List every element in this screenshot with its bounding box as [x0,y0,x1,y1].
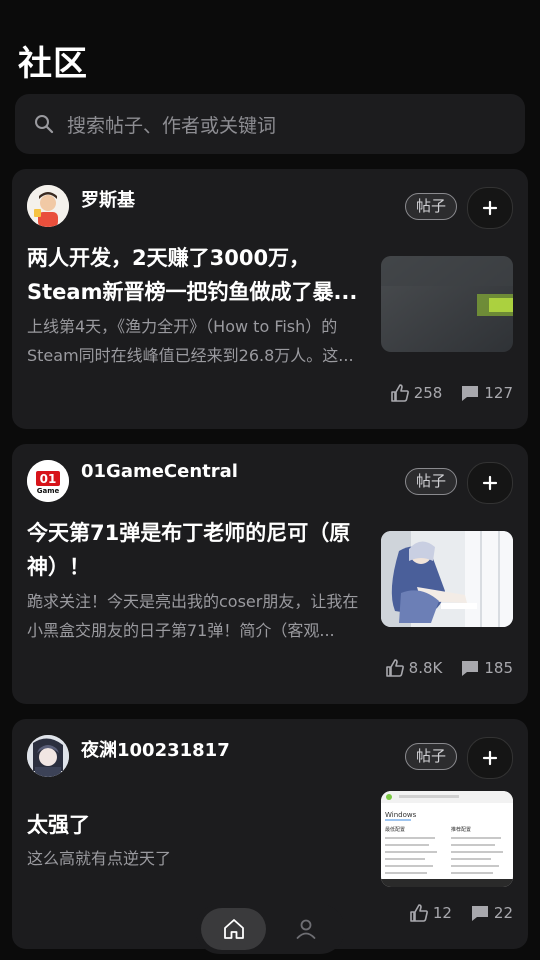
svg-text:Game: Game [37,487,60,495]
post-type-badge: 帖子 [404,193,457,220]
post-title[interactable]: 两人开发，2天赚了3000万，Steam新晋榜一把钓鱼做成了暴... [27,241,362,309]
post-card[interactable]: 罗斯基 帖子 两人开发，2天赚了3000万，Steam新晋榜一把钓鱼做成了暴..… [12,169,528,429]
community-page: 社区 搜索帖子、作者或关键词 罗斯基 帖子 两人开发，2天赚了3000万，Ste… [0,0,540,960]
post-stats: 258 127 [390,383,513,403]
comment-icon [462,661,479,676]
comment-icon [471,906,488,921]
post-excerpt: 跪求关注！今天是亮出我的coser朋友，让我在小黑盒交朋友的日子第71弹！简介（… [27,592,359,640]
comment-button[interactable]: 22 [470,903,513,923]
like-count: 258 [413,384,443,402]
plus-icon [482,750,498,766]
author-name[interactable]: 罗斯基 [81,186,135,212]
comment-count: 185 [484,659,513,677]
post-thumbnail[interactable] [381,531,513,627]
comment-count: 22 [493,904,513,922]
post-title[interactable]: 太强了 [27,808,362,842]
post-type-badge: 帖子 [404,468,457,495]
like-button[interactable]: 8.8K [385,658,443,678]
nav-home-button[interactable] [201,908,266,950]
post-type-badge: 帖子 [404,743,457,770]
user-icon [296,919,316,939]
post-thumbnail[interactable] [381,256,513,352]
plus-icon [482,475,498,491]
thumb-left-col: 最低配置 [385,826,405,833]
svg-text:01: 01 [40,472,57,486]
avatar[interactable] [27,185,69,227]
thumbs-up-icon [390,384,409,402]
author-name[interactable]: 01GameCentral [81,461,238,482]
bottom-nav [195,904,345,954]
thumb-right-col: 推荐配置 [451,826,471,833]
nav-profile-button[interactable] [281,910,331,948]
like-button[interactable]: 12 [409,903,452,923]
like-count: 8.8K [408,659,443,677]
post-excerpt: 上线第4天，《渔力全开》（How to Fish）的Steam同时在线峰值已经来… [27,317,354,365]
post-title[interactable]: 今天第71弹是布丁老师的尼可（原神）！ [27,516,362,584]
post-card[interactable]: 01 Game 01GameCentral 帖子 今天第71弹是布丁老师的尼可（… [12,444,528,704]
follow-button[interactable] [467,462,513,504]
comment-button[interactable]: 185 [460,658,513,678]
comment-button[interactable]: 127 [460,383,513,403]
search-icon [33,113,55,135]
avatar[interactable] [27,735,69,777]
follow-button[interactable] [467,187,513,229]
author-name[interactable]: 夜渊100231817 [81,736,230,762]
thumbs-up-icon [410,904,428,922]
post-stats: 8.8K 185 [385,658,513,678]
post-excerpt: 这么高就有点逆天了 [27,849,172,868]
comment-count: 127 [484,384,513,402]
avatar[interactable]: 01 Game [27,460,69,502]
home-icon [223,919,244,939]
thumb-header: Windows [385,811,417,819]
plus-icon [482,200,498,216]
post-stats: 12 22 [409,903,513,923]
search-placeholder: 搜索帖子、作者或关键词 [67,114,277,137]
search-bar[interactable]: 搜索帖子、作者或关键词 [15,94,525,154]
thumbs-up-icon [385,659,404,677]
comment-icon [462,386,479,401]
page-title: 社区 [18,44,88,84]
follow-button[interactable] [467,737,513,779]
like-count: 12 [432,904,452,922]
post-thumbnail[interactable]: Windows 最低配置 推荐配置 [381,791,513,887]
like-button[interactable]: 258 [390,383,443,403]
